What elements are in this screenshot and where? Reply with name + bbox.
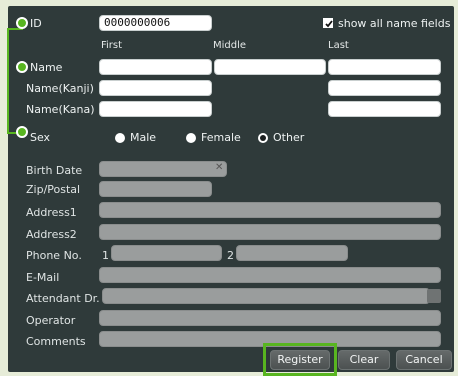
- annotation-dot-bottom: [16, 126, 28, 138]
- name-label: Name: [30, 61, 63, 74]
- id-label: ID: [30, 17, 42, 30]
- last-name-field[interactable]: [328, 59, 441, 75]
- zip-field[interactable]: [99, 181, 212, 197]
- register-button[interactable]: Register: [270, 350, 330, 370]
- operator-label: Operator: [26, 314, 76, 327]
- phone-label: Phone No.: [26, 249, 82, 262]
- last-name-kanji-field[interactable]: [328, 80, 441, 96]
- name-kana-label: Name(Kana): [26, 103, 95, 116]
- address2-label: Address2: [26, 228, 77, 241]
- cancel-button[interactable]: Cancel: [396, 350, 452, 370]
- sex-male-label: Male: [130, 131, 157, 144]
- birth-date-label: Birth Date: [26, 164, 83, 177]
- column-last: Last: [328, 40, 349, 51]
- email-field[interactable]: [99, 267, 441, 283]
- phone2-prefix: 2: [227, 249, 234, 262]
- birth-date-field[interactable]: [99, 161, 227, 177]
- name-kanji-label: Name(Kanji): [26, 82, 94, 95]
- attendant-select[interactable]: [102, 288, 430, 304]
- operator-field[interactable]: [99, 310, 441, 326]
- clear-button[interactable]: Clear: [338, 350, 390, 370]
- address2-field[interactable]: [99, 224, 441, 240]
- column-first: First: [101, 40, 123, 51]
- sex-female-label: Female: [201, 131, 241, 144]
- annotation-dot-mid: [16, 61, 28, 73]
- phone2-field[interactable]: [236, 245, 348, 261]
- address1-label: Address1: [26, 206, 77, 219]
- sex-other-radio[interactable]: [258, 133, 268, 143]
- phone1-field[interactable]: [111, 245, 222, 261]
- last-name-kana-field[interactable]: [328, 101, 441, 117]
- attendant-dropdown-button[interactable]: [427, 289, 441, 303]
- sex-other-label: Other: [273, 131, 305, 144]
- show-all-name-fields-checkbox[interactable]: [323, 18, 333, 28]
- show-all-name-fields-label: show all name fields: [338, 17, 451, 30]
- first-name-kanji-field[interactable]: [99, 80, 212, 96]
- address1-field[interactable]: [99, 202, 441, 218]
- comments-label: Comments: [26, 335, 86, 348]
- check-icon: [325, 20, 333, 28]
- clear-date-icon[interactable]: ✕: [215, 162, 223, 173]
- annotation-dot-top: [16, 17, 28, 29]
- attendant-label: Attendant Dr.: [26, 292, 100, 305]
- phone1-prefix: 1: [102, 249, 109, 262]
- email-label: E-Mail: [26, 271, 60, 284]
- sex-male-radio[interactable]: [115, 133, 125, 143]
- middle-name-field[interactable]: [214, 59, 326, 75]
- first-name-kana-field[interactable]: [99, 101, 212, 117]
- sex-label: Sex: [30, 131, 51, 144]
- annotation-bracket: [7, 28, 23, 134]
- sex-female-radio[interactable]: [186, 133, 196, 143]
- first-name-field[interactable]: [99, 59, 212, 75]
- id-field[interactable]: 0000000006: [99, 15, 212, 31]
- zip-label: Zip/Postal: [26, 183, 81, 196]
- column-middle: Middle: [213, 40, 247, 51]
